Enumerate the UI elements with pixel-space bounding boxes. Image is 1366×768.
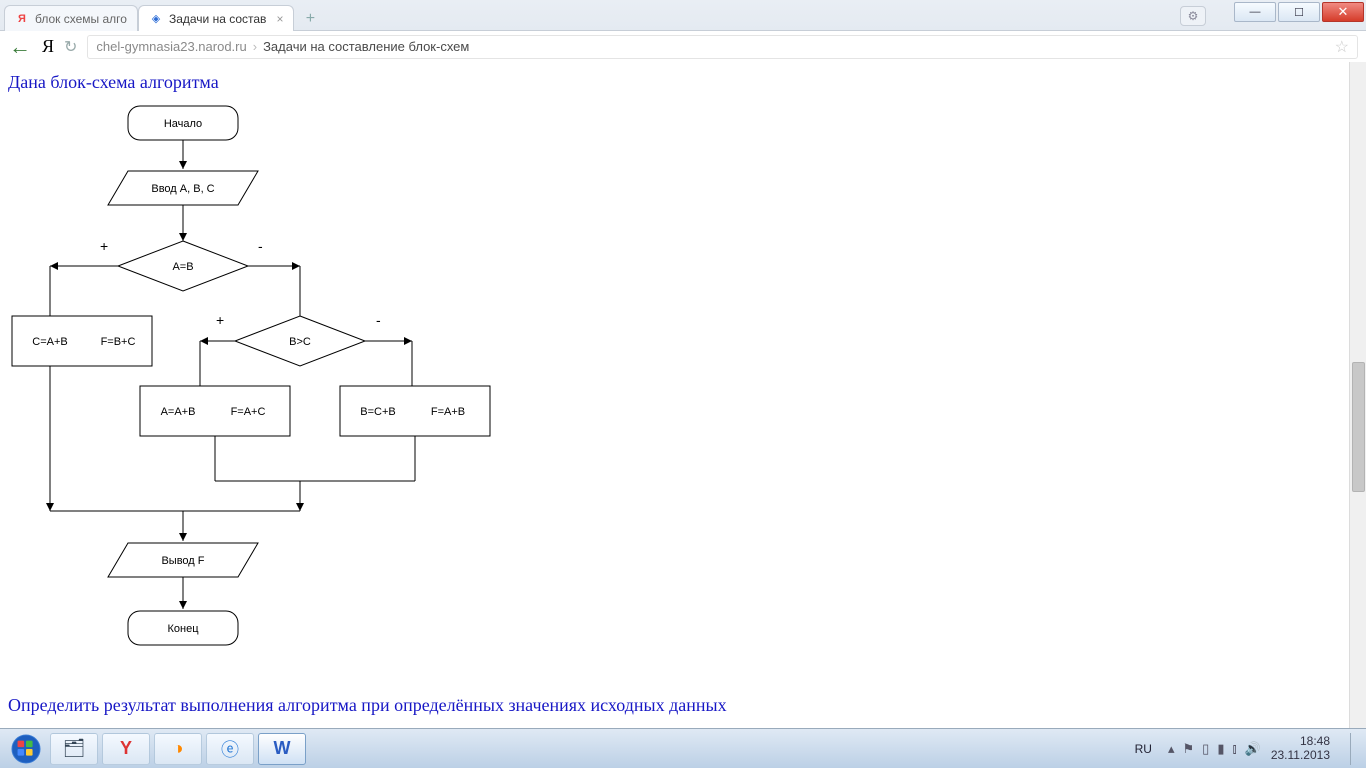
browser-menu-button[interactable]: ⚙	[1180, 6, 1206, 26]
tray-up-icon[interactable]: ▴	[1168, 741, 1175, 757]
maximize-icon: ☐	[1294, 6, 1304, 19]
arrow-left-icon: ←	[9, 34, 31, 60]
scroll-thumb[interactable]	[1352, 362, 1365, 492]
plus-sign-icon: +	[216, 312, 224, 328]
clock-time: 18:48	[1271, 735, 1330, 748]
flow-box-mid-b: F=A+C	[231, 406, 266, 418]
flow-box-left-a: C=A+B	[32, 336, 67, 348]
url-host: chel-gymnasia23.narod.ru	[96, 39, 246, 54]
window-maximize-button[interactable]: ☐	[1278, 2, 1320, 22]
flow-node-end: Конец	[167, 623, 199, 635]
task-media-player-button[interactable]: ◑	[154, 733, 202, 765]
gear-icon: ⚙	[1188, 9, 1199, 23]
task-yandex-browser-button[interactable]: Y	[102, 733, 150, 765]
wifi-icon[interactable]: ⫾	[1232, 741, 1236, 757]
reload-icon: ↻	[64, 39, 77, 56]
flow-node-start: Начало	[164, 118, 202, 130]
task-explorer-button[interactable]: 🗂	[50, 733, 98, 765]
minimize-icon: —	[1250, 6, 1261, 18]
flow-node-input: Ввод A, B, C	[151, 183, 214, 195]
window-close-button[interactable]: ✕	[1322, 2, 1364, 22]
page-subheading: Определить результат выполнения алгоритм…	[8, 695, 727, 716]
tray-icons: ▴ ⚑ ▯ ▮ ⫾ 🔊	[1168, 741, 1261, 757]
close-icon: ✕	[1338, 4, 1349, 20]
browser-tab-1[interactable]: Я блок схемы алго	[4, 5, 138, 31]
minus-sign-icon: -	[258, 238, 263, 254]
plus-sign-icon: +	[100, 238, 108, 254]
browser-tab-2[interactable]: ◈ Задачи на состав ×	[138, 5, 295, 31]
tab-label: Задачи на состав	[169, 12, 266, 26]
windows-logo-icon	[11, 734, 41, 764]
window-minimize-button[interactable]: —	[1234, 2, 1276, 22]
tab-close-icon[interactable]: ×	[276, 12, 283, 26]
clock-date: 23.11.2013	[1271, 749, 1330, 762]
browser-chrome: Я блок схемы алго ◈ Задачи на состав × +…	[0, 0, 1366, 62]
reload-button[interactable]: ↻	[64, 37, 77, 57]
start-button[interactable]	[6, 733, 46, 765]
flowchart-diagram: Начало Ввод A, B, C A=B + - C=A+B F=B+C …	[0, 101, 560, 691]
address-toolbar: ← Я ↻ chel-gymnasia23.narod.ru › Задачи …	[0, 30, 1366, 62]
system-tray: RU ▴ ⚑ ▯ ▮ ⫾ 🔊 18:48 23.11.2013	[1129, 733, 1360, 765]
task-word-button[interactable]: W	[258, 733, 306, 765]
flow-box-left-b: F=B+C	[101, 336, 136, 348]
flow-node-output: Вывод F	[161, 555, 204, 567]
folder-icon: 🗂	[63, 738, 86, 759]
minus-sign-icon: -	[376, 312, 381, 328]
windows-taskbar: 🗂 Y ◑ ⓔ W RU ▴ ⚑ ▯ ▮ ⫾ 🔊 18:48 23.11.201…	[0, 728, 1366, 768]
volume-icon[interactable]: 🔊	[1245, 741, 1261, 757]
flow-box-mid-a: A=A+B	[161, 406, 196, 418]
bookmark-star-icon[interactable]: ☆	[1335, 37, 1349, 57]
flag-icon[interactable]: ⚑	[1183, 741, 1195, 757]
address-bar[interactable]: chel-gymnasia23.narod.ru › Задачи на сос…	[87, 35, 1358, 59]
breadcrumb-sep-icon: ›	[253, 39, 257, 54]
yandex-home-button[interactable]: Я	[42, 36, 54, 57]
back-button[interactable]: ←	[8, 35, 32, 59]
vertical-scrollbar[interactable]	[1349, 62, 1366, 728]
tab-strip: Я блок схемы алго ◈ Задачи на состав × +	[0, 0, 1366, 30]
favicon-site-icon: ◈	[149, 12, 163, 26]
flow-node-cond2: B>C	[289, 336, 311, 348]
url-breadcrumb: Задачи на составление блок-схем	[263, 39, 469, 54]
battery-icon[interactable]: ▯	[1202, 741, 1209, 757]
flow-box-right-a: B=C+B	[360, 406, 395, 418]
yandex-icon: Y	[120, 738, 132, 759]
show-desktop-button[interactable]	[1350, 733, 1360, 765]
ie-icon: ⓔ	[221, 736, 239, 762]
task-ie-button[interactable]: ⓔ	[206, 733, 254, 765]
new-tab-button[interactable]: +	[298, 8, 322, 30]
taskbar-clock[interactable]: 18:48 23.11.2013	[1271, 735, 1334, 761]
tab-label: блок схемы алго	[35, 12, 127, 26]
window-controls: — ☐ ✕	[1234, 2, 1364, 22]
flow-node-cond1: A=B	[172, 261, 193, 273]
flow-box-right-b: F=A+B	[431, 406, 465, 418]
word-icon: W	[274, 738, 291, 759]
favicon-yandex-icon: Я	[15, 12, 29, 26]
network-icon[interactable]: ▮	[1217, 741, 1224, 757]
language-indicator[interactable]: RU	[1129, 742, 1158, 756]
media-player-icon: ◑	[173, 738, 184, 759]
page-viewport: Дана блок-схема алгоритма Начало Ввод A,…	[0, 62, 1366, 728]
page-title: Дана блок-схема алгоритма	[0, 62, 1366, 101]
